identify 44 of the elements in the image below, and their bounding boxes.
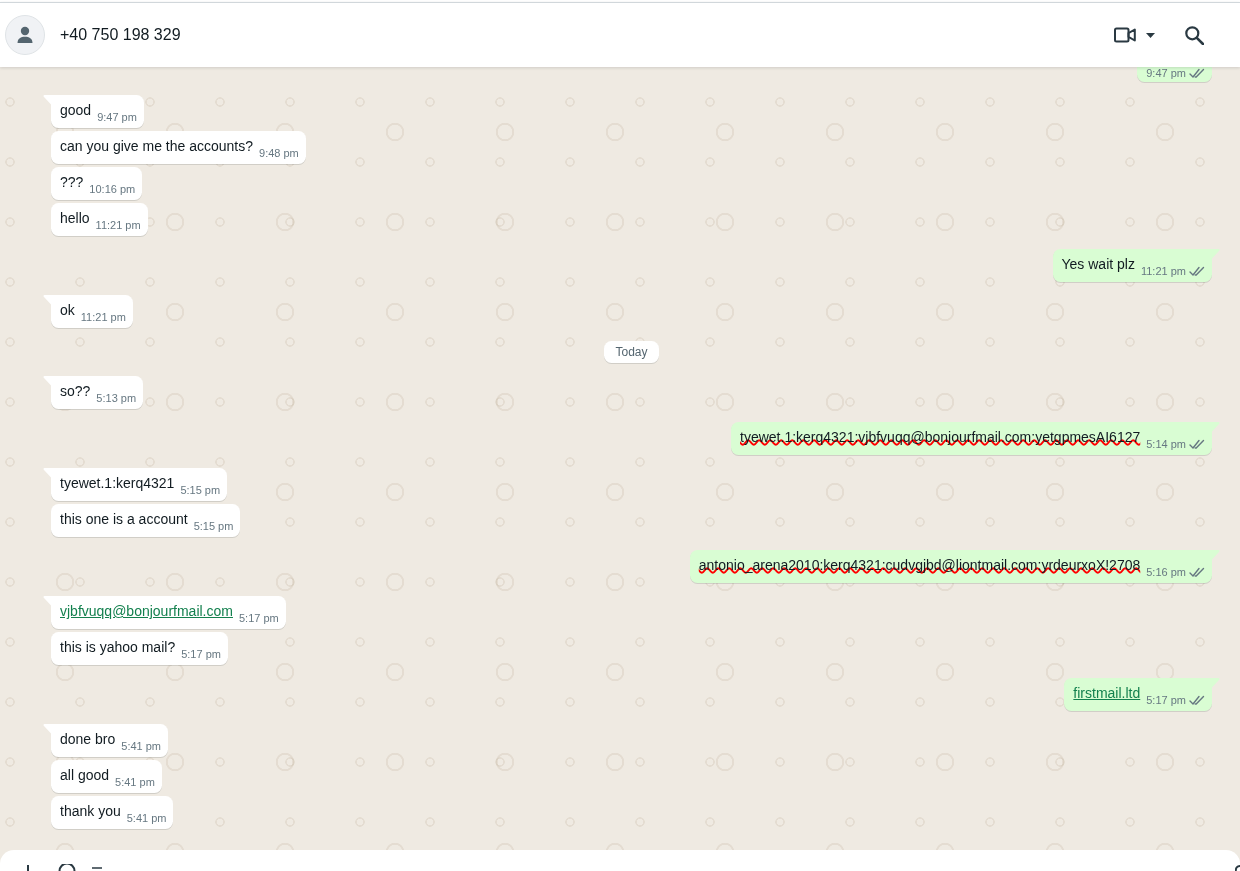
message-text: Yes wait plz [1061, 255, 1135, 274]
message-time: 5:14 pm [1146, 437, 1186, 452]
message-time: 10:16 pm [89, 182, 136, 197]
message-time: 9:48 pm [259, 146, 299, 161]
caret-icon[interactable] [1146, 32, 1155, 38]
message-text: good [60, 101, 92, 120]
message-text: this one is a account [60, 510, 188, 529]
video-camera-icon[interactable] [1114, 27, 1136, 43]
message-text: hello [60, 209, 90, 228]
message-time: 5:13 pm [96, 391, 137, 406]
message-time: 9:47 pm [1146, 67, 1186, 79]
message-time: 5:17 pm [181, 647, 221, 662]
message-text: this is yahoo mail? [60, 638, 176, 657]
dash-icon[interactable] [92, 864, 102, 871]
message-time: 5:16 pm [1146, 565, 1186, 580]
message-link[interactable]: vjbfvuqq@bonjourfmail.com [60, 602, 233, 621]
ring-icon[interactable] [58, 864, 76, 871]
message-time: 5:17 pm [1146, 693, 1186, 708]
date-chip: Today [604, 341, 659, 363]
scribbled-message-text: tyewet.1:kerq4321:vjbfvuqq@bonjourfmail.com:yetgpmesAI6127 [740, 428, 1141, 447]
contact-name: +40 750 198 329 [60, 25, 181, 45]
message-time: 5:41 pm [126, 811, 167, 826]
message-text: thank you [60, 802, 121, 821]
message-text: can you give me the accounts? [60, 137, 253, 156]
message-time: 11:21 pm [95, 218, 141, 233]
message-text: tyewet.1:kerq4321 [60, 474, 175, 493]
scribbled-message-text: antonio_arena2010:kerq4321:cudvgjbd@liontmail.com:yrdeurxoX!2708 [698, 556, 1141, 575]
message-time: 5:15 pm [180, 483, 221, 498]
avatar-icon[interactable] [5, 15, 45, 55]
message-time: 5:41 pm [121, 739, 162, 754]
message-time: 5:15 pm [193, 519, 234, 534]
arc-icon[interactable] [1235, 864, 1240, 871]
message-text: done bro [60, 730, 116, 749]
message-time: 5:17 pm [238, 611, 279, 626]
message-text: so?? [60, 382, 91, 401]
search-icon[interactable] [1185, 25, 1204, 45]
message-time: 5:41 pm [115, 775, 155, 790]
message-time: 11:21 pm [1140, 264, 1186, 279]
message-link[interactable]: firstmail.ltd [1073, 684, 1141, 703]
message-text: ok [60, 301, 75, 320]
message-text: all good [60, 766, 110, 785]
message-time: 9:47 pm [97, 110, 137, 125]
message-time: 11:21 pm [80, 310, 126, 325]
message-text: ??? [60, 173, 84, 192]
